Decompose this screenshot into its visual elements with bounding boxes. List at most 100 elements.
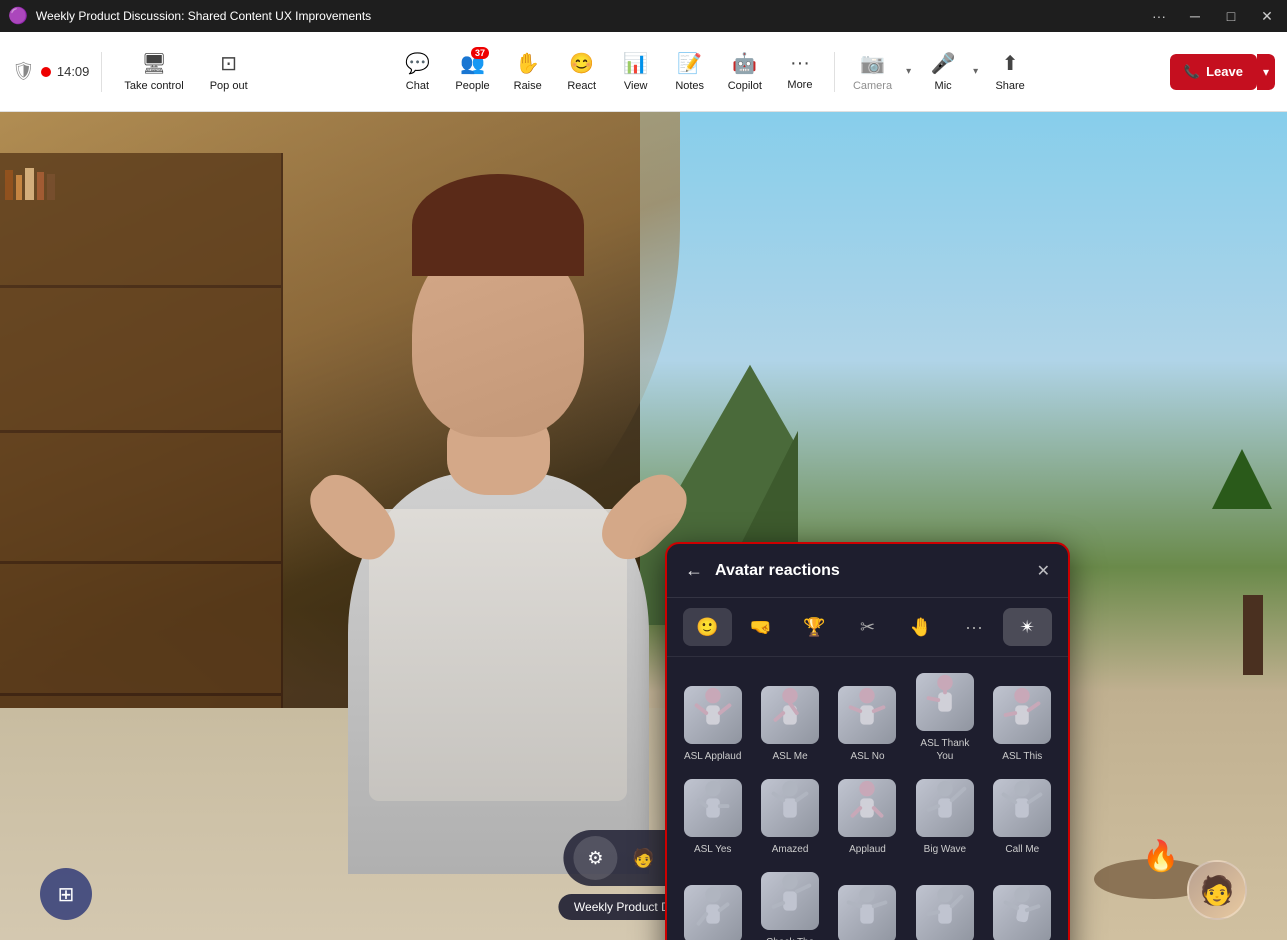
panel-back-button[interactable]: ← <box>685 560 703 581</box>
reaction-applaud-label: Applaud <box>849 843 886 856</box>
reaction-cheers-salute[interactable]: Cheers Salute <box>830 864 905 940</box>
reaction-asl-applaud[interactable]: ASL Applaud <box>675 665 750 769</box>
more-options-button[interactable]: ··· <box>1147 4 1171 28</box>
mic-icon: 🎤 <box>931 51 956 76</box>
view-button[interactable]: 📊 View <box>610 45 662 98</box>
more-button[interactable]: ··· More <box>774 46 826 97</box>
leave-wrapper: 📞 Leave ▾ <box>1170 54 1275 90</box>
reaction-asl-no[interactable]: ASL No <box>830 665 905 769</box>
reaction-amazed-avatar <box>761 779 819 837</box>
mic-button[interactable]: 🎤 Mic <box>917 45 969 98</box>
reaction-asl-me-label: ASL Me <box>772 750 807 763</box>
meeting-content: 🔥 ← Avatar reactions ✕ 🙂 🤜 🏆 ✂ 🤚 ··· ✴ <box>0 112 1287 940</box>
reaction-asl-thank-you-avatar <box>916 673 974 731</box>
reaction-asl-thank-you[interactable]: ASL Thank You <box>907 665 982 769</box>
panel-header: ← Avatar reactions ✕ <box>667 544 1068 598</box>
reaction-call-me[interactable]: Call Me <box>985 771 1060 862</box>
share-label: Share <box>995 80 1024 92</box>
camera-button[interactable]: 📷 Camera <box>843 45 902 98</box>
reaction-asl-this[interactable]: ASL This <box>985 665 1060 769</box>
meeting-time: 14:09 <box>57 64 90 79</box>
chat-label: Chat <box>406 80 429 92</box>
grid-icon: ⊞ <box>58 882 75 907</box>
avatar-thumb-image: 🧑 <box>1189 862 1245 918</box>
react-button[interactable]: 😊 React <box>556 45 608 98</box>
tab-more[interactable]: ··· <box>949 608 998 646</box>
tab-emoji[interactable]: 🙂 <box>683 608 732 646</box>
reaction-asl-yes[interactable]: ASL Yes <box>675 771 750 862</box>
notes-icon: 📝 <box>677 51 702 76</box>
raise-button[interactable]: ✋ Raise <box>502 45 554 98</box>
reaction-check-avatar <box>684 885 742 940</box>
tab-action[interactable]: ✂ <box>843 608 892 646</box>
mic-chevron[interactable]: ▾ <box>969 64 982 79</box>
react-label: React <box>567 80 596 92</box>
reaction-applaud[interactable]: Applaud <box>830 771 905 862</box>
notes-button[interactable]: 📝 Notes <box>664 45 716 98</box>
chat-button[interactable]: 💬 Chat <box>391 45 443 98</box>
reaction-amazed[interactable]: Amazed <box>752 771 827 862</box>
reaction-asl-no-label: ASL No <box>850 750 884 763</box>
panel-close-button[interactable]: ✕ <box>1037 561 1050 581</box>
cheers-salute-figure <box>842 885 892 940</box>
leave-label: Leave <box>1206 64 1243 79</box>
reaction-amazed-label: Amazed <box>772 843 809 856</box>
reaction-club-dance[interactable]: Club Dance <box>985 864 1060 940</box>
reaction-call-me-avatar <box>993 779 1051 837</box>
reaction-asl-me[interactable]: ASL Me <box>752 665 827 769</box>
reaction-check-horizon-avatar <box>761 872 819 930</box>
view-label: View <box>624 80 648 92</box>
tab-hand[interactable]: 🤚 <box>896 608 945 646</box>
big-wave-figure <box>920 779 970 837</box>
camera-label: Camera <box>853 80 892 92</box>
pop-out-label: Pop out <box>210 80 248 92</box>
take-control-button[interactable]: 🖥 Take control <box>114 45 193 98</box>
share-icon: ⬆ <box>1002 51 1019 76</box>
pop-out-icon: ⊡ <box>220 51 237 76</box>
check-figure <box>688 885 738 940</box>
camera-chevron[interactable]: ▾ <box>902 64 915 79</box>
asl-thankyou-figure <box>920 673 970 731</box>
reaction-asl-applaud-label: ASL Applaud <box>684 750 741 763</box>
close-button[interactable]: ✕ <box>1255 4 1279 28</box>
applaud-figure <box>842 779 892 837</box>
tab-gesture[interactable]: 🤜 <box>736 608 785 646</box>
titlebar-controls: ··· ─ □ ✕ <box>1147 4 1279 28</box>
reaction-big-wave[interactable]: Big Wave <box>907 771 982 862</box>
maximize-button[interactable]: □ <box>1219 4 1243 28</box>
copilot-label: Copilot <box>728 80 762 92</box>
pop-out-button[interactable]: ⊡ Pop out <box>200 45 258 98</box>
tab-special[interactable]: ✴ <box>1003 608 1052 646</box>
share-button[interactable]: ⬆ Share <box>984 45 1036 98</box>
reaction-asl-thank-you-label: ASL Thank You <box>911 737 978 763</box>
panel-title: Avatar reactions <box>715 562 1037 580</box>
copilot-button[interactable]: 🤖 Copilot <box>718 45 772 98</box>
leave-chevron-button[interactable]: ▾ <box>1257 54 1275 90</box>
tab-achievement[interactable]: 🏆 <box>790 608 839 646</box>
reaction-check-horizon-label: Check The Horizon <box>756 936 823 940</box>
camera-group: 📷 Camera ▾ <box>843 45 915 98</box>
people-label: People <box>455 80 489 92</box>
titlebar: 🟣 Weekly Product Discussion: Shared Cont… <box>0 0 1287 32</box>
reaction-asl-applaud-avatar <box>684 686 742 744</box>
avatar-settings-button[interactable]: ⚙ <box>574 836 618 880</box>
separator-2 <box>834 52 835 92</box>
people-button[interactable]: 👥 37 People <box>445 45 499 98</box>
avatar-appearance-button[interactable]: 🧑 <box>622 836 666 880</box>
toolbar-right-group: 📞 Leave ▾ <box>1170 54 1275 90</box>
grid-menu-button[interactable]: ⊞ <box>40 868 92 920</box>
reaction-asl-yes-avatar <box>684 779 742 837</box>
reaction-applaud-avatar <box>838 779 896 837</box>
minimize-button[interactable]: ─ <box>1183 4 1207 28</box>
leave-phone-icon: 📞 <box>1184 64 1200 80</box>
titlebar-left: 🟣 Weekly Product Discussion: Shared Cont… <box>8 6 371 26</box>
avatar-thumbnail[interactable]: 🧑 <box>1187 860 1247 920</box>
reaction-big-wave-label: Big Wave <box>924 843 966 856</box>
leave-button[interactable]: 📞 Leave <box>1170 54 1257 90</box>
reaction-check[interactable]: Check <box>675 864 750 940</box>
take-control-label: Take control <box>124 80 183 92</box>
more-label: More <box>787 79 812 91</box>
reaction-chefs-kiss[interactable]: Chef's Kiss <box>907 864 982 940</box>
reaction-check-horizon[interactable]: Check The Horizon <box>752 864 827 940</box>
reaction-big-wave-avatar <box>916 779 974 837</box>
